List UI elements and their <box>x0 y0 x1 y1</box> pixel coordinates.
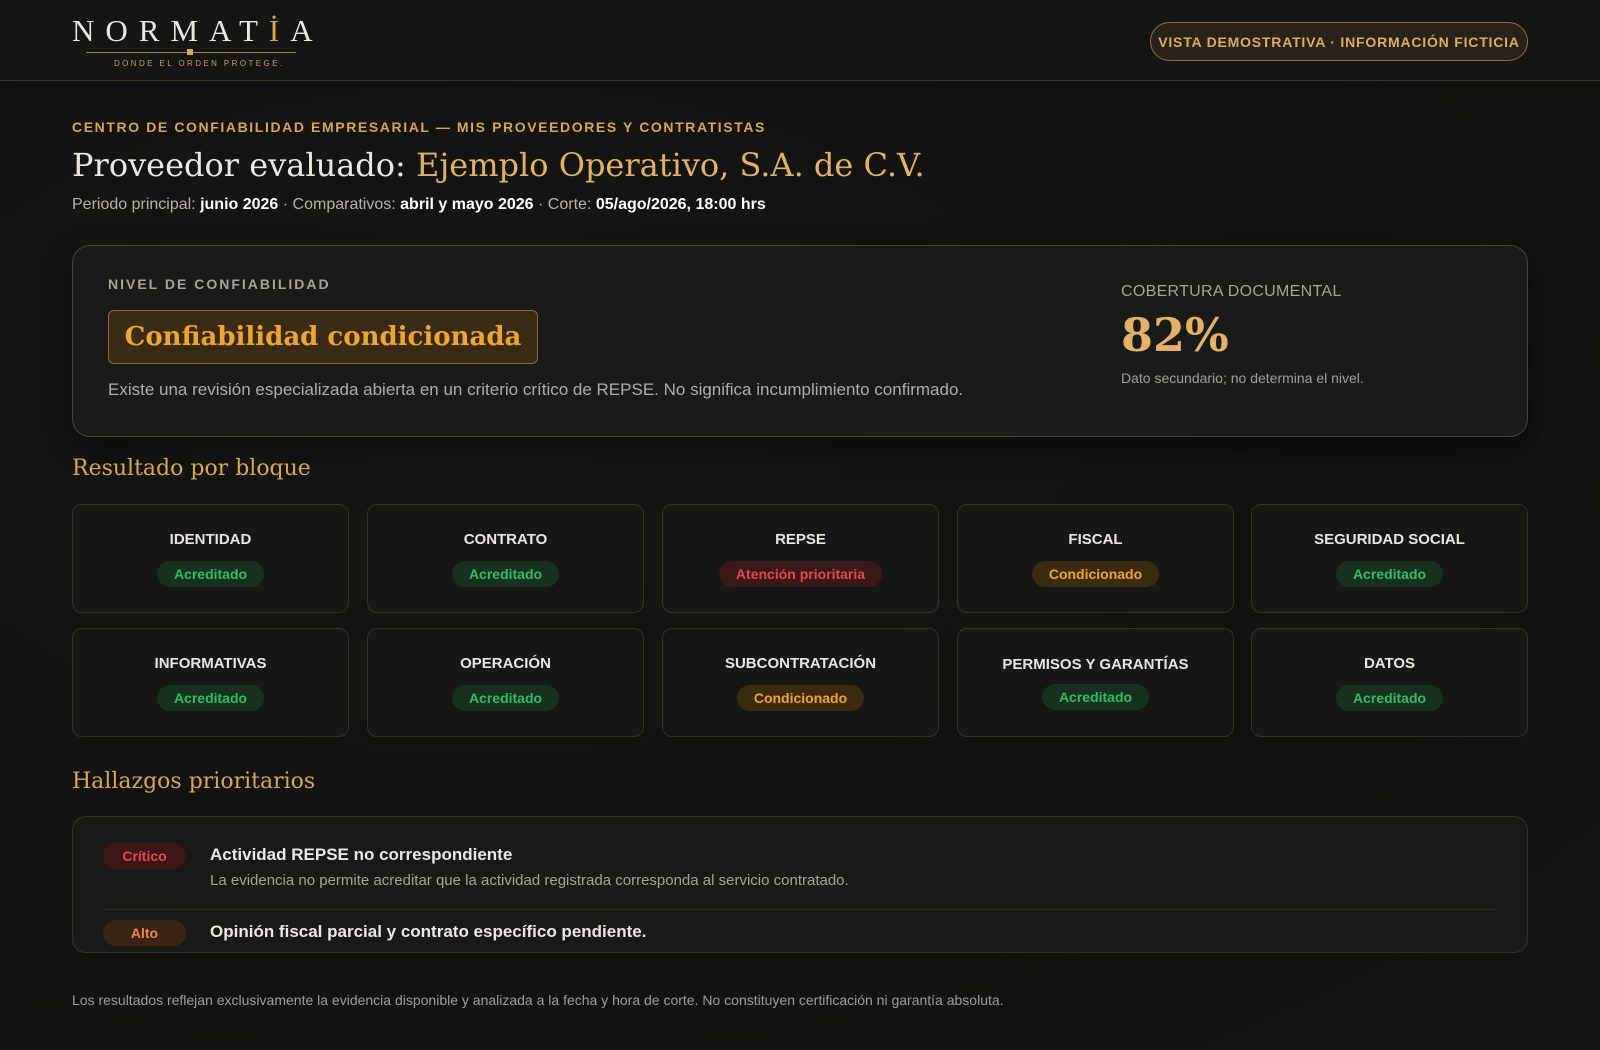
findings-panel: Crítico Actividad REPSE no correspondien… <box>72 816 1528 953</box>
finding-item-high[interactable]: Alto Opinión fiscal parcial y contrato e… <box>103 920 1499 950</box>
coverage-value: 82% <box>1121 308 1229 362</box>
coverage-note: Dato secundario; no determina el nivel. <box>1121 370 1364 386</box>
finding-description: La evidencia no permite acreditar que la… <box>210 872 849 889</box>
logo-divider <box>86 48 296 58</box>
block-name: SUBCONTRATACIÓN <box>724 655 877 672</box>
cutoff-value: 05/ago/2026, 18:00 hrs <box>595 196 766 213</box>
findings-divider <box>103 909 1497 910</box>
trust-level-badge: Confiabilidad condicionada <box>108 310 538 364</box>
block-name: OPERACIÓN <box>460 655 551 672</box>
block-name: SEGURIDAD SOCIAL <box>1314 531 1465 548</box>
block-card-subcontratacion[interactable]: SUBCONTRATACIÓN Condicionado <box>662 628 939 737</box>
severity-badge: Alto <box>103 920 186 946</box>
block-status-badge: Acreditado <box>1335 685 1444 711</box>
block-status-badge: Condicionado <box>1031 561 1160 587</box>
demo-badge: VISTA DEMOSTRATIVA · INFORMACIÓN FICTICI… <box>1150 22 1528 61</box>
block-name: PERMISOS Y GARANTÍAS <box>1002 656 1189 673</box>
block-card-repse[interactable]: REPSE Atención prioritaria <box>662 504 939 613</box>
block-name: CONTRATO <box>463 531 548 548</box>
comparatives-label: · Comparativos: <box>282 196 396 213</box>
finding-title: Actividad REPSE no correspondiente <box>210 845 513 864</box>
block-status-badge: Acreditado <box>1335 561 1444 587</box>
footer-disclaimer: Los resultados reflejan exclusivamente l… <box>72 992 1004 1008</box>
block-status-badge: Acreditado <box>1041 684 1150 710</box>
block-card-operacion[interactable]: OPERACIÓN Acreditado <box>367 628 644 737</box>
block-name: INFORMATIVAS <box>154 655 267 672</box>
block-card-identidad[interactable]: IDENTIDAD Acreditado <box>72 504 349 613</box>
provider-name: Ejemplo Operativo, S.A. de C.V. <box>415 146 925 184</box>
logo-tagline: DONDE EL ORDEN PROTEGE. <box>114 59 285 68</box>
comparatives-value: abril y mayo 2026 <box>400 196 534 213</box>
block-card-seguridad-social[interactable]: SEGURIDAD SOCIAL Acreditado <box>1251 504 1528 613</box>
title-prefix: Proveedor evaluado: <box>72 146 406 184</box>
page-eyebrow: CENTRO DE CONFIABILIDAD EMPRESARIAL — MI… <box>72 119 766 135</box>
block-status-badge: Atención prioritaria <box>718 561 883 587</box>
page-title: Proveedor evaluado: Ejemplo Operativo, S… <box>72 146 925 184</box>
finding-title: Opinión fiscal parcial y contrato especí… <box>210 922 647 941</box>
logo-wordmark: NORMATİA <box>72 13 324 48</box>
block-name: IDENTIDAD <box>169 531 252 548</box>
block-name: DATOS <box>1363 655 1416 672</box>
period-info: Periodo principal: junio 2026 · Comparat… <box>72 196 766 214</box>
coverage-label: COBERTURA DOCUMENTAL <box>1121 283 1342 300</box>
block-card-permisos-garantias[interactable]: PERMISOS Y GARANTÍAS Acreditado <box>957 628 1234 737</box>
block-card-fiscal[interactable]: FISCAL Condicionado <box>957 504 1234 613</box>
block-status-badge: Condicionado <box>736 685 865 711</box>
trust-description: Existe una revisión especializada abiert… <box>108 380 964 399</box>
trust-level-card: NIVEL DE CONFIABILIDAD Confiabilidad con… <box>72 245 1528 437</box>
blocks-section-title: Resultado por bloque <box>72 456 311 481</box>
block-card-datos[interactable]: DATOS Acreditado <box>1251 628 1528 737</box>
period-label: Periodo principal: <box>72 196 196 213</box>
severity-badge: Crítico <box>103 843 186 869</box>
block-status-badge: Acreditado <box>451 561 560 587</box>
block-status-badge: Acreditado <box>156 561 265 587</box>
findings-section-title: Hallazgos prioritarios <box>72 769 316 794</box>
period-value: junio 2026 <box>200 196 279 213</box>
block-card-informativas[interactable]: INFORMATIVAS Acreditado <box>72 628 349 737</box>
block-card-contrato[interactable]: CONTRATO Acreditado <box>367 504 644 613</box>
block-status-badge: Acreditado <box>156 685 265 711</box>
normatia-logo[interactable]: NORMATİA DONDE EL ORDEN PROTEGE. <box>72 13 324 69</box>
top-bar: NORMATİA DONDE EL ORDEN PROTEGE. VISTA D… <box>0 0 1600 81</box>
cutoff-label: · Corte: <box>538 196 592 213</box>
block-status-badge: Acreditado <box>451 685 560 711</box>
finding-item-critical[interactable]: Crítico Actividad REPSE no correspondien… <box>103 843 1499 903</box>
block-name: REPSE <box>775 531 826 548</box>
block-name: FISCAL <box>1068 531 1123 548</box>
trust-label: NIVEL DE CONFIABILIDAD <box>108 276 331 292</box>
